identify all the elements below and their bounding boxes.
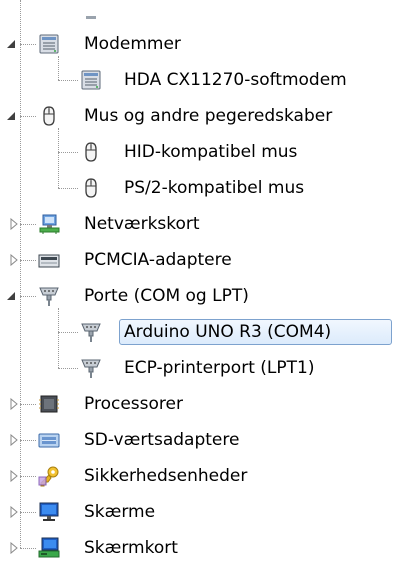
collapse-arrow-icon[interactable] xyxy=(6,37,18,51)
tree-connector-line xyxy=(20,0,21,548)
tree-item-label: HID-kompatibel mus xyxy=(124,142,298,162)
modem-icon xyxy=(80,69,102,91)
modem-icon xyxy=(38,33,60,55)
display-adapter-icon xyxy=(38,537,60,559)
tree-connector-line xyxy=(58,332,78,333)
device-tree: Modemmer HDA CX11270-softmodem Mus og andr… xyxy=(0,0,405,558)
monitor-icon xyxy=(38,501,60,523)
tree-item-ecp-printerport-lpt1[interactable]: ECP-printerport (LPT1) xyxy=(0,350,405,386)
mouse-icon xyxy=(80,141,102,163)
tree-item-label: PCMCIA-adaptere xyxy=(84,250,232,270)
tree-item-porte-com-og-lpt[interactable]: Porte (COM og LPT) xyxy=(0,278,405,314)
tree-connector-line xyxy=(20,260,36,261)
tree-connector-line xyxy=(58,152,78,153)
tree-item-mus-og-andre-pegeredskaber[interactable]: Mus og andre pegeredskaber xyxy=(0,98,405,134)
tree-item-selected[interactable]: Arduino UNO R3 (COM4) xyxy=(0,314,405,350)
expand-arrow-icon[interactable] xyxy=(8,217,20,231)
tree-item-label: Mus og andre pegeredskaber xyxy=(84,106,333,126)
tree-item-label: Netværkskort xyxy=(84,214,200,234)
tree-item-label: ECP-printerport (LPT1) xyxy=(124,358,315,378)
tree-item-label: Skærmkort xyxy=(84,538,178,558)
expand-arrow-icon[interactable] xyxy=(8,505,20,519)
tree-connector-line xyxy=(20,476,36,477)
tree-item-sd-v-rtsadaptere[interactable]: SD-værtsadaptere xyxy=(0,422,405,458)
tree-connector-line xyxy=(20,116,36,117)
port-connector-icon xyxy=(38,285,60,307)
tree-connector-line xyxy=(20,44,36,45)
processor-icon xyxy=(38,393,60,415)
tree-item-sk-rme[interactable]: Skærme xyxy=(0,494,405,530)
tree-item-label: Skærme xyxy=(84,502,156,522)
tree-connector-line xyxy=(58,80,78,81)
tree-connector-line xyxy=(58,56,59,80)
tree-connector-line xyxy=(20,548,36,549)
tree-connector-line xyxy=(58,368,78,369)
tree-item-label: PS/2-kompatibel mus xyxy=(124,178,305,198)
tree-connector-line xyxy=(20,404,36,405)
tree-connector-line xyxy=(58,128,59,188)
expand-arrow-icon[interactable] xyxy=(8,433,20,447)
tree-item-ps-2-kompatibel-mus[interactable]: PS/2-kompatibel mus xyxy=(0,170,405,206)
tree-connector-line xyxy=(58,188,78,189)
tree-item-sk-rmkort[interactable]: Skærmkort xyxy=(0,530,405,566)
sd-host-icon xyxy=(38,429,60,451)
expand-arrow-icon[interactable] xyxy=(8,469,20,483)
tree-item-label: SD-værtsadaptere xyxy=(84,430,240,450)
mouse-icon xyxy=(38,105,60,127)
tree-item-pcmcia-adaptere[interactable]: PCMCIA-adaptere xyxy=(0,242,405,278)
tree-item-label: Processorer xyxy=(84,394,183,414)
mouse-icon xyxy=(80,177,102,199)
port-connector-icon xyxy=(80,321,102,343)
tree-connector-line xyxy=(58,308,59,368)
tree-item-hda-cx11270-softmodem[interactable]: HDA CX11270-softmodem xyxy=(0,62,405,98)
port-connector-icon xyxy=(80,357,102,379)
tree-item-modemmer[interactable]: Modemmer xyxy=(0,26,405,62)
tree-connector-line xyxy=(20,512,36,513)
tree-connector-line xyxy=(20,224,36,225)
tree-item-label: Sikkerhedsenheder xyxy=(84,466,248,486)
tree-connector-line xyxy=(20,296,36,297)
collapse-arrow-icon[interactable] xyxy=(6,109,18,123)
tree-item-processorer[interactable]: Processorer xyxy=(0,386,405,422)
pcmcia-icon xyxy=(38,249,60,271)
expand-arrow-icon[interactable] xyxy=(8,397,20,411)
tree-item-item[interactable] xyxy=(0,0,405,26)
security-key-icon xyxy=(38,465,60,487)
collapse-arrow-icon[interactable] xyxy=(6,289,18,303)
tree-item-label: Porte (COM og LPT) xyxy=(84,286,249,306)
tree-item-label: Modemmer xyxy=(84,34,181,54)
network-adapter-icon xyxy=(38,213,60,235)
tree-item-hid-kompatibel-mus[interactable]: HID-kompatibel mus xyxy=(0,134,405,170)
expand-arrow-icon[interactable] xyxy=(8,253,20,267)
tree-item-label: Arduino UNO R3 (COM4) xyxy=(124,322,332,342)
tree-connector-line xyxy=(20,440,36,441)
tree-item-netv-rkskort[interactable]: Netværkskort xyxy=(0,206,405,242)
expand-arrow-icon[interactable] xyxy=(8,541,20,555)
tree-item-label: HDA CX11270-softmodem xyxy=(124,70,347,90)
tree-item-sikkerhedsenheder[interactable]: Sikkerhedsenheder xyxy=(0,458,405,494)
